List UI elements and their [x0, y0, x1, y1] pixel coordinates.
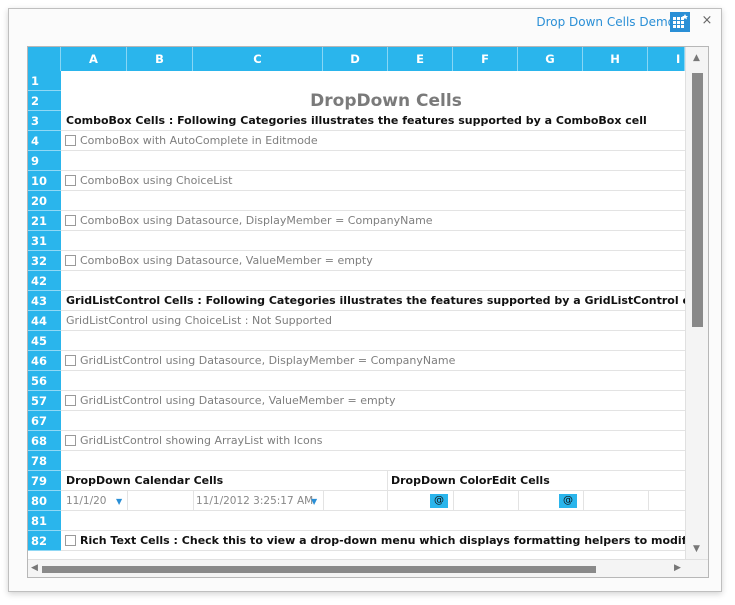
option-label: GridListControl using Datasource, ValueM… [80, 394, 396, 407]
cell-divider [193, 491, 194, 511]
row-header[interactable]: 44 [28, 311, 61, 331]
row-header[interactable]: 43 [28, 291, 61, 311]
corner-header[interactable] [28, 47, 61, 71]
option-label: GridListControl using Datasource, Displa… [80, 354, 456, 367]
row-header[interactable]: 57 [28, 391, 61, 411]
checkbox[interactable] [65, 355, 76, 366]
column-header-c[interactable]: C [193, 47, 323, 71]
column-header-a[interactable]: A [61, 47, 127, 71]
scroll-up-icon[interactable]: ▲ [693, 53, 700, 63]
window-title: Drop Down Cells Demo [536, 15, 675, 29]
vertical-scroll-thumb[interactable] [692, 73, 703, 327]
horizontal-scrollbar[interactable]: ◀ ▶ [28, 559, 708, 577]
grid-row [61, 151, 685, 171]
row-header[interactable]: 9 [28, 151, 61, 171]
row-header[interactable]: 32 [28, 251, 61, 271]
checkbox[interactable] [65, 535, 76, 546]
dropdown-arrow-icon[interactable]: ▼ [116, 497, 122, 506]
dropdown-arrow-icon[interactable]: ▼ [311, 497, 317, 506]
checkbox[interactable] [65, 395, 76, 406]
option-label: ComboBox with AutoComplete in Editmode [80, 134, 318, 147]
grid-row [61, 231, 685, 251]
column-header-g[interactable]: G [518, 47, 583, 71]
cell-divider [648, 491, 649, 511]
row-header[interactable]: 21 [28, 211, 61, 231]
row-header[interactable]: 80 [28, 491, 61, 511]
column-header-f[interactable]: F [453, 47, 518, 71]
checkbox[interactable] [65, 175, 76, 186]
grid-icon [670, 12, 690, 32]
cell-divider [127, 491, 128, 511]
cell-divider [518, 491, 519, 511]
grid-row [61, 191, 685, 211]
richtext-heading: Rich Text Cells : Check this to view a d… [80, 534, 709, 547]
row-header[interactable]: 10 [28, 171, 61, 191]
cell-divider [453, 491, 454, 511]
grid-row [61, 411, 685, 431]
row-header[interactable]: 56 [28, 371, 61, 391]
row-header[interactable]: 31 [28, 231, 61, 251]
title-bar: Drop Down Cells Demo × [9, 9, 723, 35]
option-label: GridListControl using ChoiceList : Not S… [66, 314, 332, 327]
checkbox[interactable] [65, 435, 76, 446]
column-header-e[interactable]: E [388, 47, 453, 71]
checkbox[interactable] [65, 255, 76, 266]
scroll-left-icon[interactable]: ◀ [31, 563, 38, 573]
calendar-heading: DropDown Calendar Cells [66, 474, 224, 487]
grid-row [61, 271, 685, 291]
cell-divider [323, 491, 324, 511]
color-swatch[interactable]: @ [430, 494, 448, 508]
column-header-b[interactable]: B [127, 47, 193, 71]
date-cell-short[interactable]: 11/1/20 [66, 491, 106, 511]
row-header[interactable]: 4 [28, 131, 61, 151]
row-header[interactable]: 78 [28, 451, 61, 471]
coloredit-heading: DropDown ColorEdit Cells [391, 474, 550, 487]
color-swatch[interactable]: @ [559, 494, 577, 508]
grid-row [61, 511, 685, 531]
column-header-d[interactable]: D [323, 47, 388, 71]
cell-divider [583, 491, 584, 511]
column-header-h[interactable]: H [583, 47, 648, 71]
row-header[interactable]: 81 [28, 511, 61, 531]
combobox-heading: ComboBox Cells : Following Categories il… [66, 114, 647, 127]
app-window: Drop Down Cells Demo × A B C D E F G H I… [8, 8, 722, 592]
row-header[interactable]: 82 [28, 531, 61, 551]
row-header[interactable]: 46 [28, 351, 61, 371]
vertical-scrollbar[interactable]: ▲ ▼ [685, 47, 708, 559]
checkbox[interactable] [65, 135, 76, 146]
row-header[interactable]: 79 [28, 471, 61, 491]
grid-row [61, 491, 685, 511]
checkbox[interactable] [65, 215, 76, 226]
close-button[interactable]: × [699, 12, 715, 30]
grid-row [61, 331, 685, 351]
option-label: GridListControl showing ArrayList with I… [80, 434, 323, 447]
horizontal-scroll-thumb[interactable] [42, 566, 596, 573]
option-label: ComboBox using Datasource, ValueMember =… [80, 254, 373, 267]
row-header[interactable]: 1 [28, 71, 61, 91]
option-label: ComboBox using ChoiceList [80, 174, 233, 187]
date-cell-long[interactable]: 11/1/2012 3:25:17 AM [196, 491, 313, 511]
row-header[interactable]: 20 [28, 191, 61, 211]
scroll-right-icon[interactable]: ▶ [674, 563, 681, 573]
scroll-down-icon[interactable]: ▼ [693, 544, 700, 554]
option-label: ComboBox using Datasource, DisplayMember… [80, 214, 433, 227]
row-header[interactable]: 45 [28, 331, 61, 351]
row-header[interactable]: 68 [28, 431, 61, 451]
spreadsheet-grid[interactable]: A B C D E F G H I 1 2 3 4 9 10 20 21 31 … [27, 46, 709, 578]
grid-row [61, 371, 685, 391]
row-header[interactable]: 3 [28, 111, 61, 131]
grid-row [61, 451, 685, 471]
column-header-i[interactable]: I [648, 47, 685, 71]
row-header[interactable]: 2 [28, 91, 61, 111]
row-header[interactable]: 42 [28, 271, 61, 291]
row-header[interactable]: 67 [28, 411, 61, 431]
gridlist-heading: GridListControl Cells : Following Catego… [66, 294, 704, 307]
cell-divider [387, 471, 388, 511]
